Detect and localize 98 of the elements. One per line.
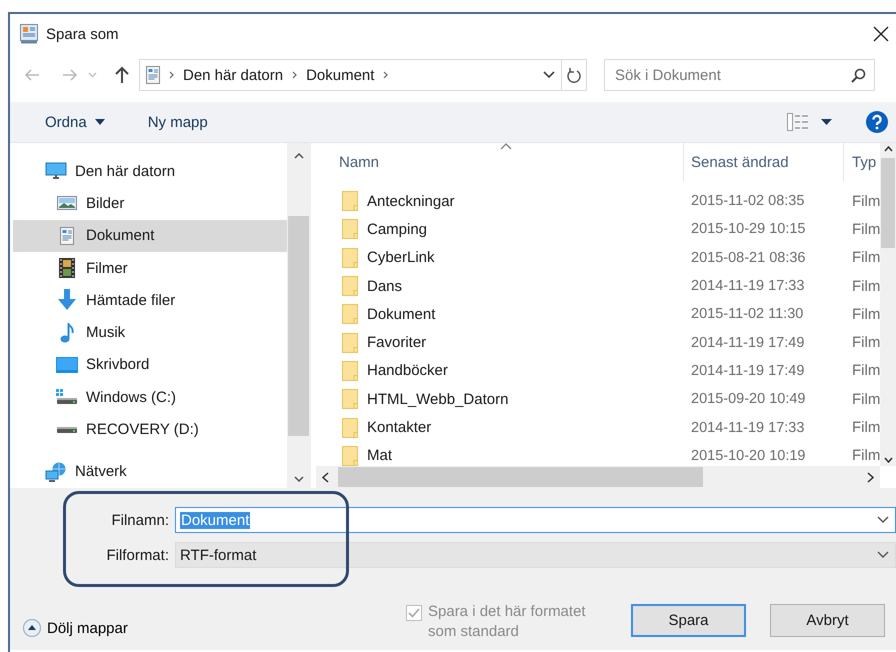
table-cell-text: 2015-11-02 08:35 xyxy=(690,193,806,210)
folder-icon xyxy=(342,248,359,268)
field-label: Filformat: xyxy=(105,546,170,564)
table-cell-text: Film xyxy=(851,390,880,408)
file-name[interactable]: Dans xyxy=(367,278,402,295)
folder-icon xyxy=(342,304,359,324)
folder-icon xyxy=(342,191,359,212)
table-cell-text: Film xyxy=(851,306,880,323)
folder-icon xyxy=(342,446,359,466)
nav-item[interactable]: Skrivbord xyxy=(13,348,287,382)
breadcrumb-item[interactable]: Dokument xyxy=(306,66,374,84)
table-cell-text: Film xyxy=(851,447,880,464)
table-cell-text: Film xyxy=(851,192,880,210)
table-cell-text: 2015-10-20 10:19 xyxy=(690,448,806,464)
document-icon xyxy=(146,66,160,84)
table-cell-text: Film xyxy=(851,220,880,238)
film-strip-icon xyxy=(59,258,75,278)
table-cell-text: 2014-11-19 17:33 xyxy=(690,420,806,436)
chevron-down-icon xyxy=(877,551,889,559)
desktop-screen-icon xyxy=(56,356,78,373)
nav-item[interactable]: RECOVERY (D:) xyxy=(13,413,287,446)
document-icon xyxy=(60,226,74,245)
dialog-button[interactable]: Avbryt xyxy=(770,604,885,637)
nav-item[interactable]: Musik xyxy=(13,316,287,349)
table-cell-text: 2015-08-21 08:36 xyxy=(690,250,806,266)
address-bar[interactable]: Den här datorn Dokument xyxy=(139,59,587,91)
file-name[interactable]: Camping xyxy=(367,220,428,238)
file-name[interactable]: CyberLink xyxy=(367,249,435,266)
table-cell-text: Film xyxy=(851,419,880,436)
file-name[interactable]: Mat xyxy=(367,447,392,464)
search-icon[interactable] xyxy=(851,68,866,83)
table-cell-text: 2015-09-20 10:49 xyxy=(690,391,806,408)
table-cell-text: 2015-11-02 11:30 xyxy=(690,306,804,322)
folder-icon xyxy=(342,332,359,353)
table-cell-text: Film xyxy=(851,334,880,352)
organize-menu-button[interactable]: Ordna xyxy=(37,110,113,134)
dialog-button[interactable]: Spara xyxy=(631,604,746,637)
file-name[interactable]: Kontakter xyxy=(367,419,432,436)
nav-item[interactable]: Nätverk xyxy=(13,456,287,488)
scrollbar-thumb[interactable] xyxy=(288,216,309,436)
table-cell-text: 2014-11-19 17:49 xyxy=(690,362,806,379)
breadcrumb-chevron-icon xyxy=(383,71,388,79)
vertical-scrollbar[interactable] xyxy=(880,143,896,466)
network-globe-icon xyxy=(45,462,67,482)
folder-icon xyxy=(342,389,359,410)
drive-icon xyxy=(56,426,78,434)
nav-item[interactable]: Filmer xyxy=(13,252,287,284)
view-options-icon[interactable] xyxy=(787,113,809,131)
music-note-icon xyxy=(60,322,74,343)
folder-icon xyxy=(342,276,359,296)
table-cell-text: Film xyxy=(851,249,880,266)
nav-item[interactable]: Dokument xyxy=(13,220,287,252)
system-drive-icon xyxy=(56,389,78,406)
breadcrumb-chevron-icon xyxy=(292,71,298,79)
file-name[interactable]: Dokument xyxy=(367,306,436,323)
caret-down-icon xyxy=(94,119,105,125)
landscape-picture-icon xyxy=(57,196,77,210)
nav-item[interactable]: Den här datorn xyxy=(13,155,287,188)
table-cell-text: 2014-11-19 17:33 xyxy=(690,278,806,294)
file-name[interactable]: HTML_Webb_Datorn xyxy=(367,390,508,408)
column-header[interactable]: Senast ändrad xyxy=(684,143,844,181)
format-dropdown[interactable]: RTF-format xyxy=(175,542,896,568)
horizontal-scrollbar[interactable] xyxy=(316,466,880,488)
sort-ascending-icon xyxy=(500,143,512,150)
table-cell-text: Film xyxy=(851,278,880,295)
monitor-icon xyxy=(45,162,67,180)
breadcrumb-chevron-icon xyxy=(169,71,174,79)
chevron-down-icon xyxy=(877,516,889,524)
breadcrumb-item[interactable]: Den här datorn xyxy=(183,66,284,84)
column-header[interactable]: Namn xyxy=(316,143,684,181)
nav-item[interactable]: Windows (C:) xyxy=(13,381,287,414)
hide-folders-button[interactable]: Dölj mappar xyxy=(23,619,128,637)
nav-item[interactable]: Bilder xyxy=(13,187,287,220)
new-folder-button[interactable]: Ny mapp xyxy=(140,110,216,134)
scrollbar-thumb[interactable] xyxy=(338,467,703,487)
help-icon[interactable] xyxy=(866,111,888,133)
download-arrow-icon xyxy=(57,289,77,312)
field-label: Filnamn: xyxy=(110,512,170,528)
nav-item[interactable]: Hämtade filer xyxy=(13,284,287,316)
folder-icon xyxy=(342,418,359,438)
file-name[interactable]: Handböcker xyxy=(367,362,448,380)
caret-down-icon[interactable] xyxy=(821,119,832,125)
scrollbar-thumb[interactable] xyxy=(881,158,895,248)
up-arrow-icon[interactable] xyxy=(115,66,129,84)
checkbox-label: Spara i det här formatet som standard xyxy=(428,602,587,642)
folder-icon xyxy=(342,360,359,381)
folder-icon xyxy=(342,219,359,240)
file-name[interactable]: Anteckningar xyxy=(367,192,455,210)
column-header[interactable]: Typ xyxy=(844,143,880,181)
vertical-scrollbar[interactable] xyxy=(287,143,310,488)
table-cell-text: 2014-11-19 17:49 xyxy=(690,334,806,351)
chevron-down-icon xyxy=(543,71,555,79)
table-cell-text: Film xyxy=(851,362,880,380)
document-app-icon xyxy=(20,24,38,44)
search-field[interactable]: Sök i Dokument xyxy=(604,59,875,91)
window-title: Spara som xyxy=(46,26,119,42)
file-name[interactable]: Favoriter xyxy=(367,334,426,352)
table-cell-text: 2015-10-29 10:15 xyxy=(690,221,806,238)
